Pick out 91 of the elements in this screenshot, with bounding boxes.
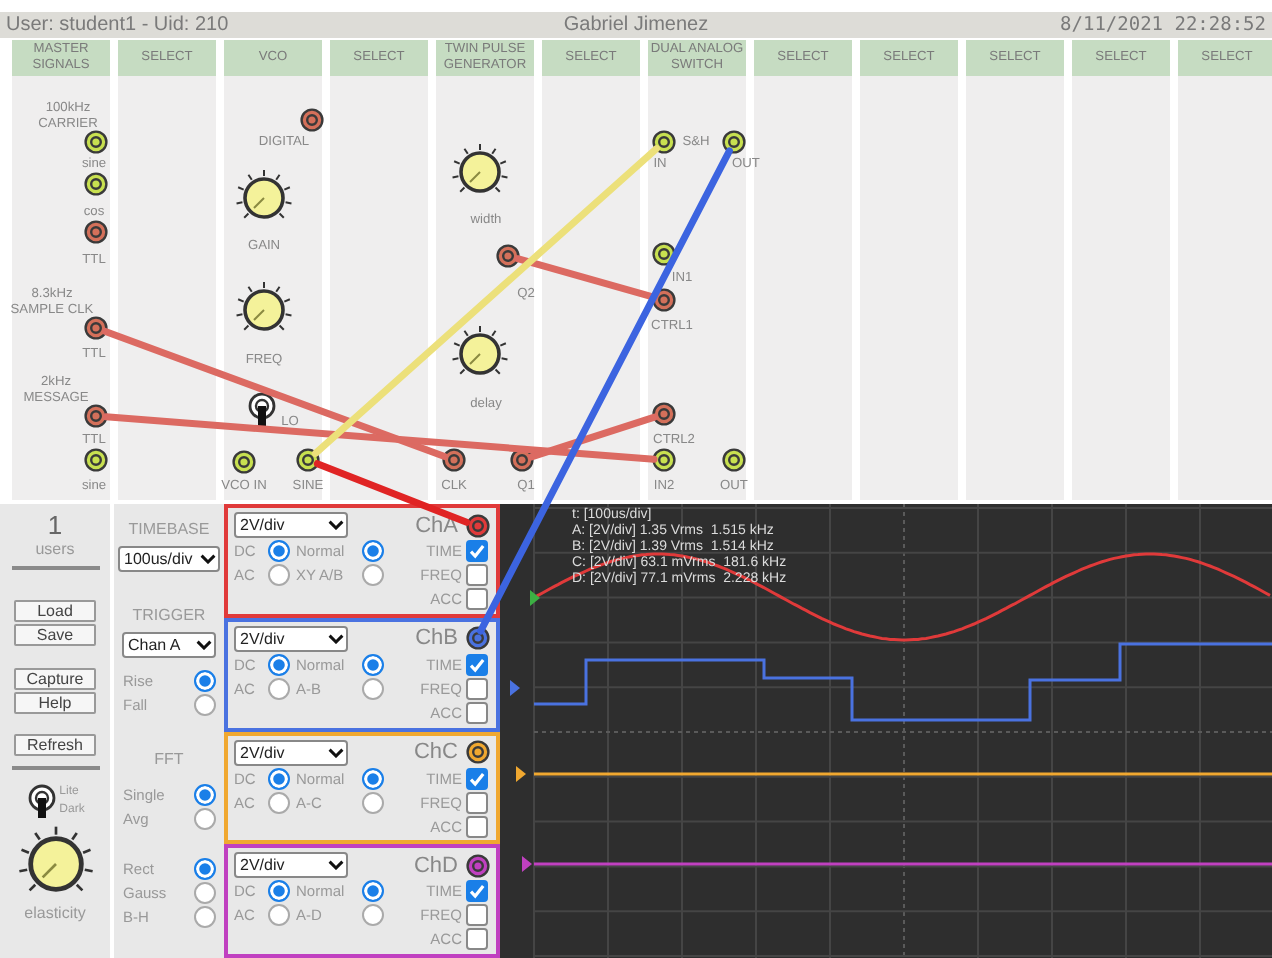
caret-icon — [328, 860, 344, 871]
radio-button[interactable] — [362, 564, 384, 586]
toggle-switch[interactable] — [25, 784, 58, 820]
radio-button[interactable] — [362, 653, 384, 676]
panel-button[interactable]: Help — [14, 692, 96, 714]
patch-jack[interactable] — [496, 244, 520, 268]
radio-button[interactable] — [193, 882, 215, 904]
users-count: 1 — [47, 512, 63, 540]
radio-button[interactable] — [362, 540, 384, 562]
radio-button[interactable] — [362, 880, 384, 903]
channel-name: ChC — [413, 740, 458, 764]
patch-jack[interactable] — [652, 402, 676, 426]
patch-jack[interactable] — [232, 450, 256, 474]
panel-button[interactable]: Save — [14, 624, 96, 646]
panel-button[interactable]: Capture — [14, 668, 96, 690]
patch-jack[interactable] — [84, 316, 108, 340]
patch-jack[interactable] — [84, 172, 108, 196]
channel-marker-icon — [510, 680, 520, 696]
radio-button[interactable] — [268, 653, 290, 676]
caret-icon — [328, 747, 344, 757]
channel-marker-icon — [522, 856, 532, 872]
panel-button[interactable]: Load — [14, 600, 96, 622]
scale-select[interactable]: 2V/div — [234, 512, 348, 538]
radio-button[interactable] — [193, 808, 215, 830]
checkbox[interactable] — [466, 904, 488, 927]
trigger-select[interactable]: Chan A — [122, 632, 216, 658]
checkbox[interactable] — [466, 767, 488, 789]
patch-jack[interactable] — [84, 130, 108, 154]
timebase-select[interactable]: 100us/div — [118, 546, 220, 572]
toggle-switch[interactable] — [246, 392, 278, 428]
section-label: FFT — [154, 750, 184, 768]
radio-button[interactable] — [193, 906, 215, 928]
checkbox[interactable] — [466, 588, 488, 610]
section-label: TIMEBASE — [128, 520, 210, 538]
date-time: 8/11/2021 22:28:52 — [1060, 14, 1266, 36]
patch-jack[interactable] — [652, 130, 676, 154]
radio-button[interactable] — [193, 784, 215, 806]
patch-jack[interactable] — [466, 853, 490, 878]
radio-button[interactable] — [268, 880, 290, 903]
checkbox[interactable] — [466, 791, 488, 813]
radio-button[interactable] — [193, 670, 215, 692]
knob-label: elasticity — [24, 904, 86, 924]
caret-icon — [328, 633, 344, 644]
radio-button[interactable] — [193, 858, 215, 880]
checkbox[interactable] — [466, 564, 488, 586]
radio-button[interactable] — [362, 904, 384, 927]
scale-select[interactable]: 2V/div — [234, 739, 348, 765]
checkbox[interactable] — [466, 540, 488, 562]
scale-select[interactable]: 2V/div — [234, 852, 348, 879]
radio-button[interactable] — [268, 904, 290, 927]
panel-button[interactable]: Refresh — [14, 734, 96, 756]
checkbox[interactable] — [466, 677, 488, 700]
channel-name: ChA — [415, 513, 458, 537]
channel-marker-icon — [516, 766, 526, 782]
channel-name: ChB — [415, 626, 458, 651]
patch-jack[interactable] — [300, 108, 324, 132]
checkbox[interactable] — [466, 815, 488, 837]
checkbox[interactable] — [466, 928, 488, 951]
checkbox[interactable] — [466, 653, 488, 676]
channel-name: ChD — [413, 853, 458, 878]
patch-jack[interactable] — [84, 448, 108, 472]
checkbox[interactable] — [466, 880, 488, 903]
patch-jack[interactable] — [466, 626, 490, 651]
user-name: Gabriel Jimenez — [563, 14, 709, 36]
radio-button[interactable] — [193, 694, 215, 716]
patch-jack[interactable] — [722, 448, 746, 472]
patch-jack[interactable] — [722, 130, 746, 154]
section-label: TRIGGER — [132, 606, 206, 624]
radio-button[interactable] — [268, 767, 290, 789]
user-info: User: student1 - Uid: 210 — [6, 14, 231, 36]
radio-button[interactable] — [268, 791, 290, 813]
radio-button[interactable] — [362, 791, 384, 813]
patch-jack[interactable] — [466, 513, 490, 537]
checkbox[interactable] — [466, 701, 488, 724]
patch-jack[interactable] — [296, 448, 320, 472]
scale-select[interactable]: 2V/div — [234, 625, 348, 652]
caret-icon — [200, 554, 216, 564]
radio-button[interactable] — [268, 540, 290, 562]
radio-button[interactable] — [268, 677, 290, 700]
radio-button[interactable] — [362, 677, 384, 700]
patch-jack[interactable] — [466, 740, 490, 764]
channel-marker-icon — [530, 590, 540, 606]
patch-jack[interactable] — [84, 220, 108, 244]
patch-jack[interactable] — [84, 404, 108, 428]
radio-button[interactable] — [268, 564, 290, 586]
caret-icon — [196, 640, 212, 650]
caret-icon — [328, 520, 344, 530]
users-label: users — [35, 540, 75, 560]
patch-jack[interactable] — [442, 448, 466, 472]
patch-jack[interactable] — [652, 448, 676, 472]
radio-button[interactable] — [362, 767, 384, 789]
